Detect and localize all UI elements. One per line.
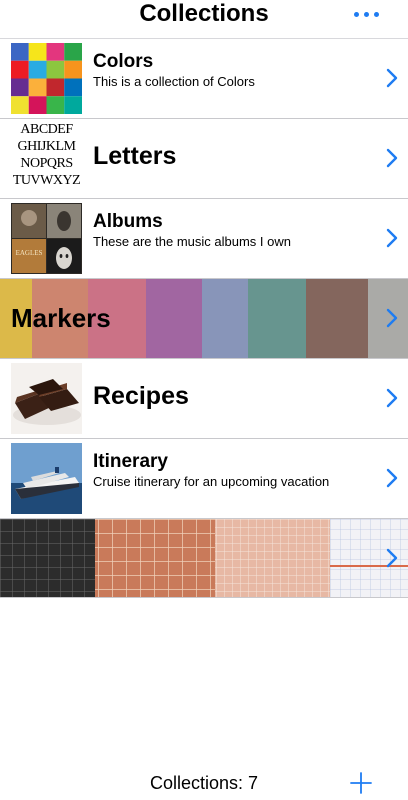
chevron-right-icon [386,148,398,168]
brownies-thumbnail [11,363,82,434]
collection-subtitle: Cruise itinerary for an upcoming vacatio… [93,474,330,489]
color-grid-thumbnail [11,43,82,114]
plus-icon[interactable] [350,772,372,794]
graph-paper-banner [0,519,408,597]
chevron-right-icon [386,68,398,88]
chevron-right-icon [386,388,398,408]
more-options-button[interactable] [354,12,380,18]
collection-title: Letters [93,142,177,170]
collection-title: Markers [11,303,111,333]
collection-row-recipes[interactable]: Recipes [0,358,408,438]
collection-row-itinerary[interactable]: Itinerary Cruise itinerary for an upcomi… [0,438,408,518]
bottom-toolbar: Collections: 7 [0,765,408,800]
collection-row-colors[interactable]: Colors This is a collection of Colors [0,38,408,118]
collection-row-albums[interactable]: EAGLES Albums These are the music albums… [0,198,408,278]
chevron-right-icon [386,308,398,328]
chevron-right-icon [386,228,398,248]
chevron-right-icon [386,468,398,488]
collection-row-graph-paper[interactable] [0,518,408,598]
chevron-right-icon [386,548,398,568]
collection-title: Albums [93,211,163,232]
collection-title: Colors [93,51,154,72]
collection-title: Itinerary [93,451,168,472]
ellipsis-icon [354,12,359,17]
album-covers-thumbnail: EAGLES [11,203,82,274]
cruise-ship-thumbnail [11,443,82,514]
collection-row-markers[interactable]: Markers [0,278,408,358]
letters-thumbnail: ABCDEF GHIJKLM NOPQRS TUVWXYZ [12,122,81,188]
collection-title: Recipes [93,382,189,410]
collection-subtitle: These are the music albums I own [93,234,291,249]
collections-count: Collections: 7 [149,773,259,793]
collection-subtitle: This is a collection of Colors [93,74,255,89]
page-title: Collections [139,0,269,27]
navigation-bar: Collections [0,0,408,38]
collection-row-letters[interactable]: ABCDEF GHIJKLM NOPQRS TUVWXYZ Letters [0,118,408,198]
collections-list: Colors This is a collection of Colors AB… [0,38,408,598]
svg-text:EAGLES: EAGLES [16,249,43,257]
